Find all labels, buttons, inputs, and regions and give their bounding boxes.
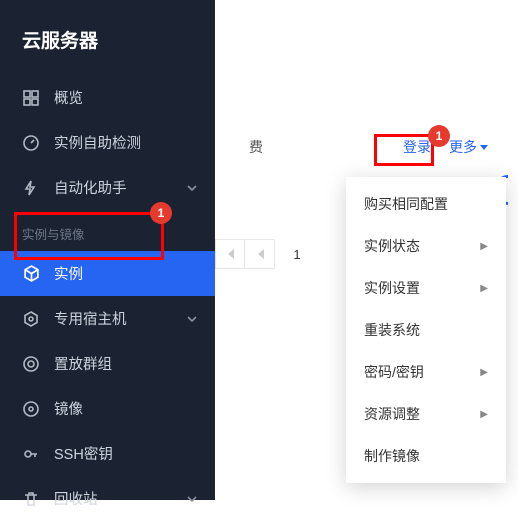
more-dropdown-menu: 购买相同配置 实例状态▶ 实例设置▶ 重装系统 密码/密钥▶ 资源调整▶ 制作镜… xyxy=(346,177,506,483)
caret-down-icon xyxy=(480,145,488,150)
dd-item-buy-same[interactable]: 购买相同配置 xyxy=(346,183,506,225)
pager-prev-button[interactable] xyxy=(245,239,275,269)
chevron-right-icon: ▶ xyxy=(480,409,488,420)
sidebar-item-overview[interactable]: 概览 xyxy=(0,75,215,120)
annotation-badge-2: 1 xyxy=(428,125,450,147)
topbar: 费 登录 更多 xyxy=(215,125,518,169)
bolt-icon xyxy=(22,179,40,197)
grid-icon xyxy=(22,89,40,107)
sidebar-item-label: 置放群组 xyxy=(54,353,112,374)
chevron-down-icon xyxy=(187,185,197,191)
sidebar: 云服务器 概览 实例自助检测 自动化助手 实例与镜像 实例 专用宿主机 置放群组… xyxy=(0,0,215,500)
sidebar-item-automation[interactable]: 自动化助手 xyxy=(0,165,215,210)
chevron-right-icon: ▶ xyxy=(480,367,488,378)
host-icon xyxy=(22,310,40,328)
annotation-badge-1: 1 xyxy=(150,202,172,224)
sidebar-group-label: 实例与镜像 xyxy=(0,210,215,251)
cube-icon xyxy=(22,265,40,283)
sidebar-item-self-check[interactable]: 实例自助检测 xyxy=(0,120,215,165)
sidebar-item-instances[interactable]: 实例 xyxy=(0,251,215,296)
dd-item-password-key[interactable]: 密码/密钥▶ xyxy=(346,351,506,393)
dd-item-resource-adjust[interactable]: 资源调整▶ xyxy=(346,393,506,435)
chevron-down-icon xyxy=(187,316,197,322)
pager-current-page: 1 xyxy=(275,247,319,262)
dd-item-instance-settings[interactable]: 实例设置▶ xyxy=(346,267,506,309)
fee-label: 费 xyxy=(249,137,263,157)
sidebar-item-dedicated-host[interactable]: 专用宿主机 xyxy=(0,296,215,341)
sidebar-item-images[interactable]: 镜像 xyxy=(0,386,215,431)
pager-first-button[interactable] xyxy=(215,239,245,269)
disc-icon xyxy=(22,400,40,418)
group-icon xyxy=(22,355,40,373)
sidebar-item-label: 实例自助检测 xyxy=(54,132,141,153)
sidebar-item-label: SSH密钥 xyxy=(54,443,113,464)
dd-item-instance-status[interactable]: 实例状态▶ xyxy=(346,225,506,267)
chevron-right-icon: ▶ xyxy=(480,241,488,252)
sidebar-item-label: 实例 xyxy=(54,263,83,284)
trash-icon xyxy=(22,490,40,508)
sidebar-item-label: 专用宿主机 xyxy=(54,308,127,329)
key-icon xyxy=(22,445,40,463)
chevron-down-icon xyxy=(187,496,197,502)
chevron-right-icon: ▶ xyxy=(480,283,488,294)
sidebar-item-label: 自动化助手 xyxy=(54,177,127,198)
sidebar-item-ssh-keys[interactable]: SSH密钥 xyxy=(0,431,215,476)
more-label: 更多 xyxy=(449,137,477,157)
login-link[interactable]: 登录 xyxy=(403,137,431,157)
sidebar-item-label: 镜像 xyxy=(54,398,83,419)
sidebar-item-label: 概览 xyxy=(54,87,83,108)
gauge-icon xyxy=(22,134,40,152)
dd-item-create-image[interactable]: 制作镜像 xyxy=(346,435,506,477)
sidebar-item-placement-group[interactable]: 置放群组 xyxy=(0,341,215,386)
sidebar-title: 云服务器 xyxy=(0,0,215,75)
sidebar-item-label: 回收站 xyxy=(54,488,98,509)
dd-item-reinstall-system[interactable]: 重装系统 xyxy=(346,309,506,351)
sidebar-item-recycle-bin[interactable]: 回收站 xyxy=(0,476,215,521)
